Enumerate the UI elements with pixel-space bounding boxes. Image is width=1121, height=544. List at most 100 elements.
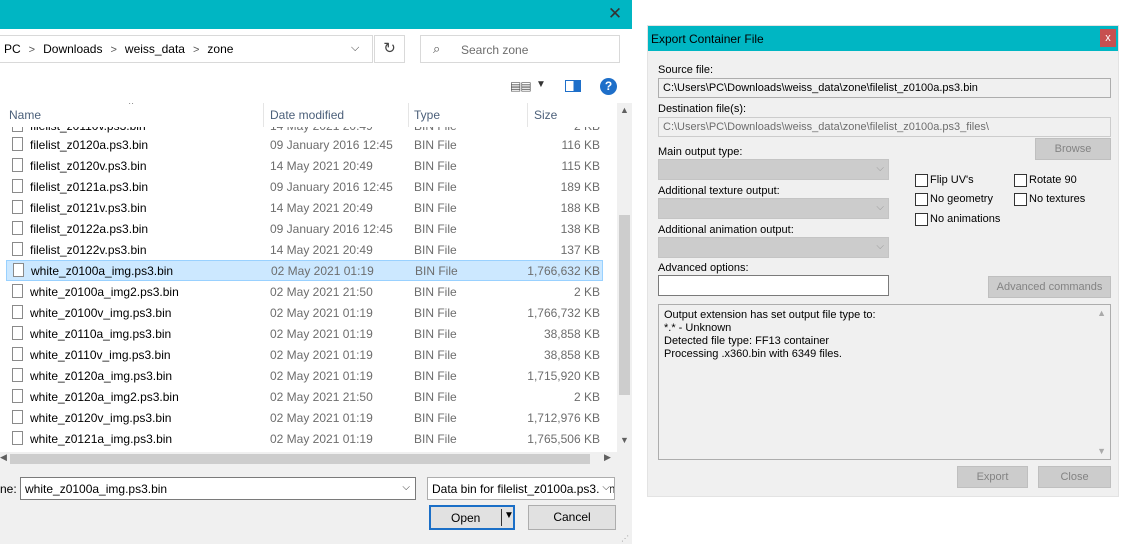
list-item[interactable]: white_z0120a_img2.ps3.bin 02 May 2021 21:… [0, 386, 617, 407]
export-button[interactable]: Export [957, 466, 1028, 488]
file-type: BIN File [414, 411, 457, 425]
file-icon [12, 368, 23, 382]
close-button[interactable]: Close [1038, 466, 1111, 488]
file-type: BIN File [414, 348, 457, 362]
no-textures-checkbox[interactable] [1014, 193, 1027, 206]
file-date: 09 January 2016 12:45 [270, 138, 393, 152]
chevron-down-icon[interactable]: ⌵ [600, 482, 610, 493]
scroll-right-icon[interactable]: ▶ [604, 452, 611, 463]
list-item[interactable]: white_z0100a_img.ps3.bin 02 May 2021 01:1… [6, 260, 603, 281]
file-icon [12, 158, 23, 172]
column-header-name[interactable]: Name [9, 108, 41, 122]
scrollbar-thumb[interactable] [10, 454, 590, 464]
list-item[interactable]: white_z0110a_img.ps3.bin 02 May 2021 01:1… [0, 323, 617, 344]
refresh-button[interactable]: ↻ [374, 35, 405, 63]
list-item[interactable]: white_z0121a_img.ps3.bin 02 May 2021 01:1… [0, 428, 617, 449]
scroll-up-icon[interactable]: ▲ [620, 105, 629, 115]
list-item[interactable]: white_z0120a_img.ps3.bin 02 May 2021 01:1… [0, 365, 617, 386]
preview-pane-icon[interactable] [565, 80, 581, 92]
open-file-dialog: ✕ PC > Downloads > weiss_data > zone ⌵ ↻ ⌕ Sea… [0, 0, 632, 544]
no-animations-checkbox[interactable] [915, 213, 928, 226]
source-file-field[interactable]: C:\Users\PC\Downloads\weiss_data\zone\fi… [658, 78, 1111, 98]
list-item[interactable]: filelist_z0120v.ps3.bin 14 May 2021 20:49… [0, 155, 617, 176]
scroll-down-icon[interactable]: ▼ [1097, 446, 1106, 456]
export-dialog-titlebar: Export Container File x [648, 26, 1118, 51]
chevron-right-icon[interactable]: > [110, 44, 116, 56]
list-item[interactable]: filelist_z0121a.ps3.bin 09 January 2016 1… [0, 176, 617, 197]
advanced-commands-button[interactable]: Advanced commands [988, 276, 1111, 298]
address-bar[interactable]: PC > Downloads > weiss_data > zone ⌵ [0, 35, 373, 63]
filename-label: ne: [0, 482, 17, 496]
scroll-up-icon[interactable]: ▲ [1097, 308, 1106, 318]
main-output-label: Main output type: [658, 146, 743, 158]
cancel-button[interactable]: Cancel [528, 505, 616, 530]
file-size: 1,712,976 KB [527, 411, 600, 425]
breadcrumb-downloads[interactable]: Downloads [43, 42, 102, 56]
column-divider[interactable] [408, 103, 409, 127]
chevron-right-icon[interactable]: > [29, 44, 35, 56]
resize-grip-icon[interactable]: ⋰ [621, 534, 629, 543]
chevron-down-icon[interactable]: ⌵ [351, 42, 359, 55]
chevron-down-icon: ⌵ [876, 241, 884, 252]
file-size: 38,858 KB [543, 348, 600, 362]
file-date: 02 May 2021 01:19 [270, 411, 373, 425]
column-header-size[interactable]: Size [534, 108, 557, 122]
list-item[interactable]: filelist_z0121v.ps3.bin 14 May 2021 20:49… [0, 197, 617, 218]
chevron-down-icon[interactable]: ⌵ [402, 482, 410, 493]
output-log[interactable]: Output extension has set output file typ… [658, 304, 1111, 460]
advanced-options-input[interactable] [658, 275, 889, 296]
scrollbar-thumb[interactable] [619, 215, 630, 395]
list-item[interactable]: white_z0110v_img.ps3.bin 02 May 2021 01:1… [0, 344, 617, 365]
no-textures-label: No textures [1029, 193, 1086, 205]
column-divider[interactable] [527, 103, 528, 127]
animation-output-select[interactable]: ⌵ [658, 237, 889, 258]
no-geometry-checkbox[interactable] [915, 193, 928, 206]
breadcrumb-pc[interactable]: PC [4, 42, 21, 56]
file-type: BIN File [414, 432, 457, 446]
open-dropdown-icon[interactable]: ▼ [504, 510, 514, 521]
breadcrumb-zone[interactable]: zone [207, 42, 233, 56]
scroll-down-icon[interactable]: ▼ [620, 435, 629, 445]
list-item[interactable]: white_z0100v_img.ps3.bin 02 May 2021 01:1… [0, 302, 617, 323]
close-icon[interactable]: x [1100, 29, 1116, 47]
horizontal-scrollbar[interactable]: ◀ ▶ [0, 452, 617, 466]
list-item[interactable]: white_z0120v_img.ps3.bin 02 May 2021 01:1… [0, 407, 617, 428]
search-input[interactable]: ⌕ Search zone [420, 35, 620, 63]
file-type: BIN File [414, 306, 457, 320]
file-date: 02 May 2021 01:19 [270, 432, 373, 446]
destination-file-field[interactable]: C:\Users\PC\Downloads\weiss_data\zone\fi… [658, 117, 1111, 137]
rotate-90-checkbox[interactable] [1014, 174, 1027, 187]
filename-field[interactable]: white_z0100a_img.ps3.bin ⌵ [20, 477, 416, 500]
list-item[interactable]: filelist_z0122a.ps3.bin 09 January 2016 1… [0, 218, 617, 239]
open-button[interactable]: Open ▼ [429, 505, 515, 530]
list-item[interactable]: filelist_z0120a.ps3.bin 09 January 2016 1… [0, 134, 617, 155]
file-date: 02 May 2021 01:19 [270, 327, 373, 341]
help-icon[interactable]: ? [600, 78, 617, 95]
column-header-date[interactable]: Date modified [270, 108, 344, 122]
column-header-type[interactable]: Type [414, 108, 440, 122]
view-options-caret-icon[interactable]: ▼ [536, 79, 546, 90]
main-output-select[interactable]: ⌵ [658, 159, 889, 180]
filetype-select[interactable]: Data bin for filelist_z0100a.ps3.bin ⌵ [427, 477, 615, 500]
flip-uvs-checkbox[interactable] [915, 174, 928, 187]
browse-button[interactable]: Browse [1035, 138, 1111, 160]
close-icon[interactable]: ✕ [604, 4, 626, 24]
list-item[interactable]: white_z0100a_img2.ps3.bin 02 May 2021 21:… [0, 281, 617, 302]
file-type: BIN File [414, 390, 457, 404]
file-list: filelist_z0110v.ps3.bin 14 May 2021 20:4… [0, 103, 617, 452]
column-divider[interactable] [263, 103, 264, 127]
file-date: 02 May 2021 01:19 [270, 348, 373, 362]
breadcrumb-weiss-data[interactable]: weiss_data [125, 42, 185, 56]
search-icon: ⌕ [433, 41, 441, 56]
scroll-left-icon[interactable]: ◀ [0, 452, 7, 463]
texture-output-select[interactable]: ⌵ [658, 198, 889, 219]
output-log-text: Output extension has set output file typ… [664, 309, 876, 360]
file-date: 09 January 2016 12:45 [270, 180, 393, 194]
breadcrumb: PC > Downloads > weiss_data > zone [4, 42, 233, 56]
chevron-right-icon[interactable]: > [193, 44, 199, 56]
list-item[interactable]: filelist_z0122v.ps3.bin 14 May 2021 20:49… [0, 239, 617, 260]
file-icon [12, 305, 23, 319]
vertical-scrollbar[interactable]: ▲ ▼ [617, 103, 632, 452]
open-dialog-titlebar: ✕ [0, 0, 632, 29]
view-options-icon[interactable]: ▤▤ [510, 79, 532, 93]
